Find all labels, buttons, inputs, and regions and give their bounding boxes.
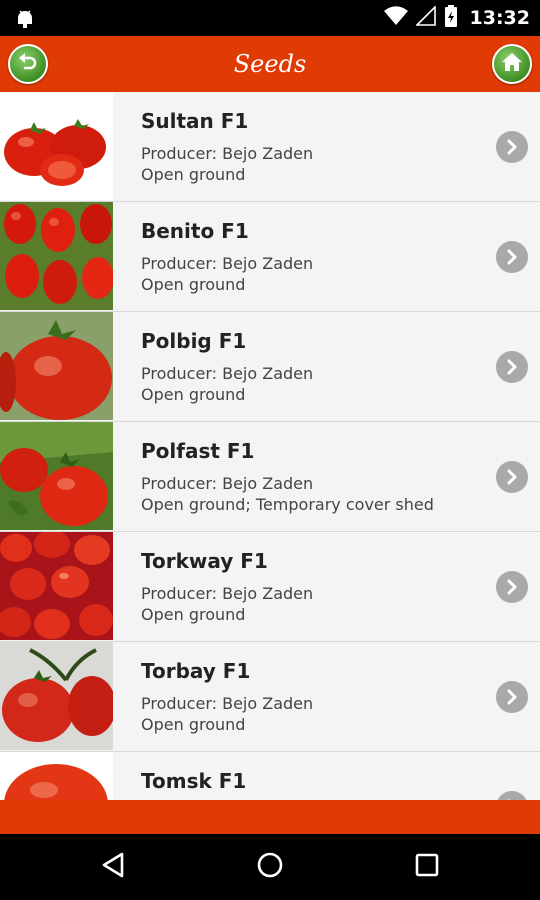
battery-icon <box>444 5 458 31</box>
chevron-right-icon[interactable] <box>496 681 528 713</box>
seed-growing: Open ground <box>141 275 246 294</box>
tomato-thumbnail <box>0 312 113 420</box>
home-circle-icon <box>256 851 284 883</box>
seed-name: Polfast F1 <box>141 439 255 463</box>
navigation-bar <box>0 834 540 900</box>
footer-bar <box>0 800 540 834</box>
list-item[interactable]: Sultan F1 Producer: Bejo Zaden Open grou… <box>0 92 540 202</box>
list-item[interactable]: Torkway F1 Producer: Bejo Zaden Open gro… <box>0 532 540 642</box>
seed-producer: Producer: Bejo Zaden <box>141 694 314 713</box>
seed-growing: Open ground <box>141 605 246 624</box>
seed-name: Tomsk F1 <box>141 769 247 793</box>
chevron-right-icon[interactable] <box>496 131 528 163</box>
tomato-thumbnail <box>0 422 113 530</box>
back-triangle-icon <box>100 851 126 883</box>
list-item[interactable]: Polfast F1 Producer: Bejo Zaden Open gro… <box>0 422 540 532</box>
seed-producer: Producer: Bejo Zaden <box>141 254 314 273</box>
nav-home-button[interactable] <box>253 850 287 884</box>
list-item[interactable]: Torbay F1 Producer: Bejo Zaden Open grou… <box>0 642 540 752</box>
list-item[interactable]: Tomsk F1 <box>0 752 540 800</box>
seed-name: Polbig F1 <box>141 329 247 353</box>
seed-producer: Producer: Bejo Zaden <box>141 364 314 383</box>
home-icon <box>501 51 523 77</box>
page-title: Seeds <box>233 50 307 78</box>
seed-producer: Producer: Bejo Zaden <box>141 584 314 603</box>
chevron-right-icon[interactable] <box>496 791 528 800</box>
back-arrow-icon <box>17 51 39 77</box>
seed-growing: Open ground <box>141 715 246 734</box>
recents-square-icon <box>414 852 440 882</box>
seed-list[interactable]: Sultan F1 Producer: Bejo Zaden Open grou… <box>0 92 540 800</box>
chevron-right-icon[interactable] <box>496 351 528 383</box>
seed-name: Benito F1 <box>141 219 249 243</box>
list-item[interactable]: Polbig F1 Producer: Bejo Zaden Open grou… <box>0 312 540 422</box>
list-item[interactable]: Benito F1 Producer: Bejo Zaden Open grou… <box>0 202 540 312</box>
seed-name: Torbay F1 <box>141 659 251 683</box>
android-icon <box>14 7 36 33</box>
nav-back-button[interactable] <box>96 850 130 884</box>
seed-growing: Open ground <box>141 165 246 184</box>
signal-icon <box>414 5 436 30</box>
nav-recents-button[interactable] <box>410 850 444 884</box>
home-button[interactable] <box>492 44 532 84</box>
status-bar: 13:32 <box>0 0 540 36</box>
seed-growing: Open ground; Temporary cover shed <box>141 495 434 514</box>
chevron-right-icon[interactable] <box>496 241 528 273</box>
tomato-thumbnail <box>0 642 113 750</box>
seed-producer: Producer: Bejo Zaden <box>141 474 314 493</box>
seed-growing: Open ground <box>141 385 246 404</box>
seed-name: Sultan F1 <box>141 109 249 133</box>
tomato-thumbnail <box>0 752 113 800</box>
tomato-thumbnail <box>0 202 113 310</box>
chevron-right-icon[interactable] <box>496 461 528 493</box>
chevron-right-icon[interactable] <box>496 571 528 603</box>
tomato-thumbnail <box>0 92 113 200</box>
seed-name: Torkway F1 <box>141 549 268 573</box>
wifi-icon <box>383 6 408 30</box>
back-button[interactable] <box>8 44 48 84</box>
tomato-thumbnail <box>0 532 113 640</box>
seed-producer: Producer: Bejo Zaden <box>141 144 314 163</box>
status-clock: 13:32 <box>469 7 530 29</box>
app-header: Seeds <box>0 36 540 92</box>
